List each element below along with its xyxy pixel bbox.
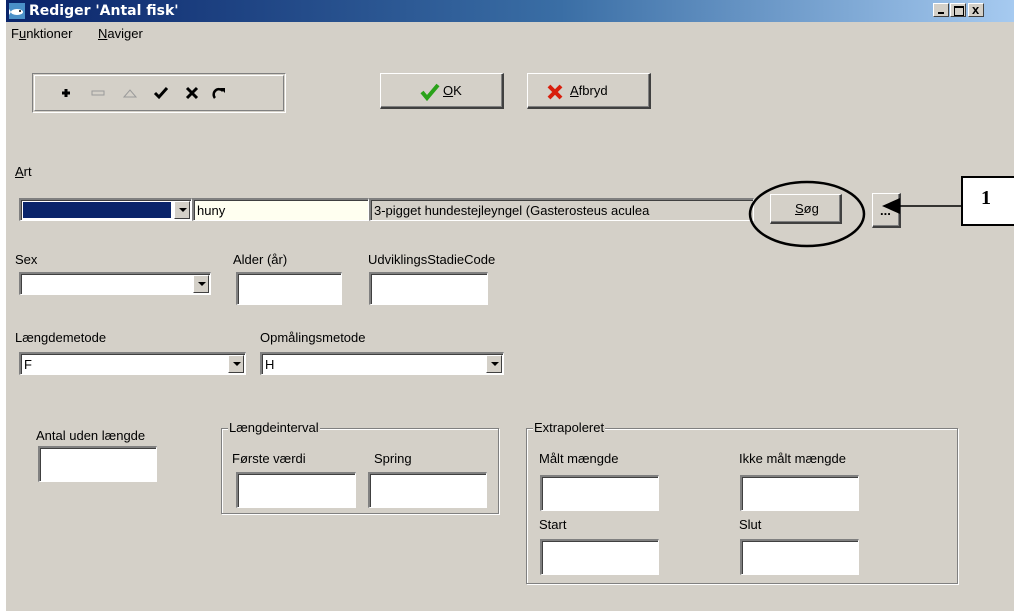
- start-label: Start: [539, 517, 567, 532]
- ikke-maalt-field[interactable]: [740, 475, 859, 511]
- stadie-field[interactable]: [369, 272, 488, 305]
- slut-label: Slut: [739, 517, 762, 532]
- spring-label: Spring: [374, 451, 412, 466]
- spring-field[interactable]: [368, 472, 487, 508]
- opmaalingsmetode-label: Opmålingsmetode: [260, 330, 366, 345]
- art-dropdown[interactable]: [19, 198, 192, 221]
- dialog-window: Rediger 'Antal fisk' x Funktioner Navige…: [6, 0, 1014, 611]
- art-selected-value: [23, 202, 171, 218]
- art-label: Art: [15, 164, 32, 179]
- foerste-label: Første værdi: [232, 451, 306, 466]
- start-field[interactable]: [540, 539, 659, 575]
- stadie-label: UdviklingsStadieCode: [368, 252, 496, 267]
- chevron-down-icon[interactable]: [486, 355, 502, 373]
- laengdeinterval-group: Længdeinterval Første værdi Spring: [221, 420, 499, 514]
- alder-label: Alder (år): [233, 252, 288, 267]
- antal-label: Antal uden længde: [36, 428, 146, 443]
- sex-label: Sex: [15, 252, 38, 267]
- art-code-field[interactable]: huny: [192, 198, 369, 221]
- laengdemetode-label: Længdemetode: [15, 330, 107, 345]
- opmaalingsmetode-dropdown[interactable]: H: [260, 352, 504, 375]
- laengdemetode-dropdown[interactable]: F: [19, 352, 246, 375]
- sex-dropdown[interactable]: [19, 272, 211, 295]
- chevron-down-icon[interactable]: [193, 275, 209, 293]
- annotation-ellipse: [748, 180, 866, 248]
- laengdeinterval-legend: Længdeinterval: [228, 420, 320, 435]
- alder-field[interactable]: [236, 272, 342, 305]
- slut-field[interactable]: [740, 539, 859, 575]
- extrapoleret-group: Extrapoleret Målt mængde Ikke målt mængd…: [526, 420, 958, 584]
- extrapoleret-legend: Extrapoleret: [533, 420, 606, 435]
- maalt-label: Målt mængde: [539, 451, 619, 466]
- annotation-callout: 1: [961, 176, 1014, 226]
- art-name-field: 3-pigget hundestejleyngel (Gasterosteus …: [369, 198, 754, 221]
- maalt-field[interactable]: [540, 475, 659, 511]
- foerste-field[interactable]: [236, 472, 356, 508]
- chevron-down-icon[interactable]: [174, 201, 190, 219]
- ikke-maalt-label: Ikke målt mængde: [739, 451, 846, 466]
- chevron-down-icon[interactable]: [228, 355, 244, 373]
- antal-field[interactable]: [38, 446, 157, 482]
- annotation-arrow: [882, 198, 964, 214]
